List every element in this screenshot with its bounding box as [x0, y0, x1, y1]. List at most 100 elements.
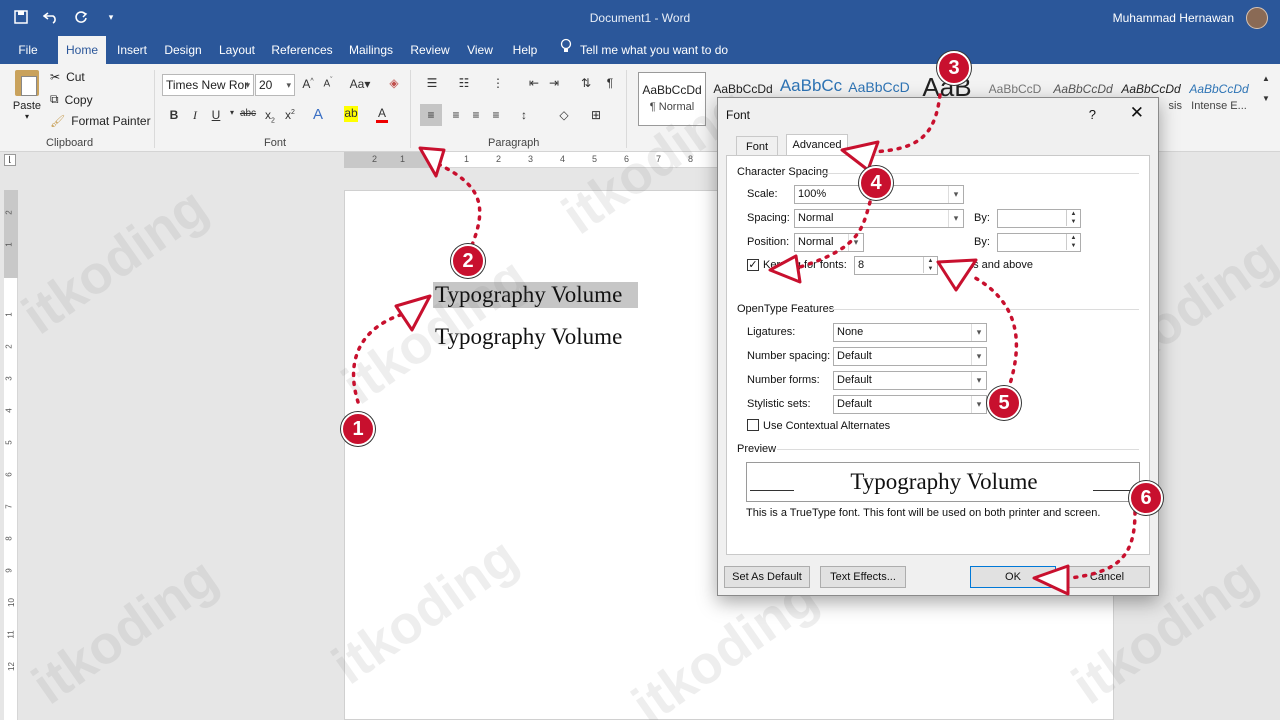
chevron-up-icon[interactable]: ▲: [1258, 74, 1274, 83]
position-select[interactable]: Normal ▾: [794, 233, 864, 252]
lightbulb-icon: [560, 36, 572, 64]
kerning-checkbox[interactable]: ✓: [747, 259, 759, 271]
cut-button[interactable]: ✂ Cut: [50, 70, 85, 84]
tab-mailings[interactable]: Mailings: [344, 36, 398, 64]
stylistic-sets-select[interactable]: Default ▾: [833, 395, 987, 414]
title-bar: ▾ Document1 - Word Muhammad Hernawan: [0, 0, 1280, 36]
tab-advanced[interactable]: Advanced: [786, 134, 848, 156]
truetype-note: This is a TrueType font. This font will …: [746, 507, 1101, 519]
close-icon[interactable]: ✕: [1130, 103, 1144, 123]
chevron-down-icon: ▾: [286, 80, 291, 90]
justify-icon[interactable]: ≡: [488, 108, 504, 122]
preview-text: Typography Volume: [850, 469, 1038, 494]
chevron-down-icon: ▾: [971, 372, 986, 389]
style-intense-emphasis[interactable]: AaBbCcDd Intense E...: [1186, 72, 1252, 126]
grow-font-icon[interactable]: A^: [300, 77, 316, 91]
tab-review[interactable]: Review: [406, 36, 454, 64]
tab-selector[interactable]: ⌊: [4, 154, 16, 166]
pilcrow-icon[interactable]: ¶: [602, 76, 618, 90]
spinner[interactable]: ▲ ▼: [1066, 210, 1080, 227]
tab-insert[interactable]: Insert: [112, 36, 152, 64]
cut-label: Cut: [66, 70, 85, 84]
numbering-icon[interactable]: ☷: [456, 76, 472, 90]
spinner[interactable]: ▲ ▼: [923, 257, 937, 274]
divider: [626, 70, 627, 148]
kerning-points-input[interactable]: 8 ▲ ▼: [854, 256, 938, 275]
superscript-icon[interactable]: x2: [282, 108, 298, 122]
chevron-down-icon: ▾: [948, 186, 963, 203]
text-line[interactable]: Typography Volume: [435, 324, 622, 350]
font-color-icon[interactable]: A: [376, 106, 388, 123]
bold-icon[interactable]: B: [166, 108, 182, 122]
font-name-combo[interactable]: Times New Ror ▾: [162, 74, 254, 96]
text-effects-button[interactable]: Text Effects...: [820, 566, 906, 588]
number-forms-label: Number forms:: [747, 374, 820, 386]
underline-icon[interactable]: U: [208, 108, 224, 122]
avatar[interactable]: [1246, 7, 1268, 29]
italic-icon[interactable]: I: [187, 108, 203, 123]
style-normal[interactable]: AaBbCcDd ¶ Normal: [638, 72, 706, 126]
tab-design[interactable]: Design: [160, 36, 206, 64]
bullets-icon[interactable]: ☰: [424, 76, 440, 90]
divider: [154, 70, 155, 148]
increase-indent-icon[interactable]: ⇥: [546, 76, 562, 90]
tab-help[interactable]: Help: [506, 36, 544, 64]
highlight-color-icon[interactable]: ab: [344, 106, 358, 122]
paste-button[interactable]: Paste ▾: [12, 70, 42, 121]
decrease-indent-icon[interactable]: ⇤: [526, 76, 542, 90]
shrink-font-icon[interactable]: Aˇ: [320, 77, 336, 89]
shading-icon[interactable]: ◇: [556, 108, 572, 122]
cancel-button[interactable]: Cancel: [1064, 566, 1150, 588]
chevron-down-icon: ▾: [971, 348, 986, 365]
vertical-ruler[interactable]: 21 12 34 56 78 9 10 11 12: [4, 190, 18, 720]
clear-formatting-icon[interactable]: ◈: [386, 76, 402, 90]
number-forms-select[interactable]: Default ▾: [833, 371, 987, 390]
spacing-by-input[interactable]: ▲ ▼: [997, 209, 1081, 228]
subscript-icon[interactable]: x2: [262, 108, 278, 124]
position-by-input[interactable]: ▲ ▼: [997, 233, 1081, 252]
style-sample: AaBbCc: [779, 76, 843, 95]
borders-icon[interactable]: ⊞: [588, 108, 604, 122]
chevron-down-icon: ▾: [24, 112, 29, 121]
ok-button[interactable]: OK: [970, 566, 1056, 588]
help-button[interactable]: ?: [1089, 107, 1096, 122]
multilevel-list-icon[interactable]: ⋮: [490, 76, 506, 90]
align-left-icon[interactable]: ≡: [420, 104, 442, 126]
text-effects-icon[interactable]: A: [310, 106, 326, 123]
number-spacing-select[interactable]: Default ▾: [833, 347, 987, 366]
spacing-select[interactable]: Normal ▾: [794, 209, 964, 228]
user-name[interactable]: Muhammad Hernawan: [1113, 11, 1234, 25]
font-size-combo[interactable]: 20 ▾: [255, 74, 295, 96]
align-right-icon[interactable]: ≡: [468, 108, 484, 122]
contextual-alternates-checkbox[interactable]: [747, 419, 759, 431]
selected-text-line[interactable]: Typography Volume: [433, 282, 639, 308]
ligatures-select[interactable]: None ▾: [833, 323, 987, 342]
scale-label: Scale:: [747, 188, 778, 200]
line-spacing-icon[interactable]: ↕: [516, 108, 532, 122]
divider: [827, 309, 1139, 310]
chevron-down-icon: ▾: [971, 396, 986, 413]
set-as-default-button[interactable]: Set As Default: [724, 566, 810, 588]
contextual-alternates-label: Use Contextual Alternates: [763, 420, 891, 432]
tab-file[interactable]: File: [8, 36, 48, 64]
tell-me-search[interactable]: Tell me what you want to do: [560, 36, 728, 64]
tell-me-label: Tell me what you want to do: [580, 43, 729, 57]
preview-heading: Preview: [737, 443, 777, 455]
change-case-icon[interactable]: Aa▾: [348, 77, 372, 91]
opentype-heading: OpenType Features: [737, 303, 835, 315]
divider: [410, 70, 411, 148]
tab-references[interactable]: References: [268, 36, 336, 64]
style-sample: AaBbCcDd: [1053, 82, 1113, 96]
align-center-icon[interactable]: ≡: [448, 108, 464, 122]
strikethrough-icon[interactable]: abc: [238, 108, 258, 119]
tab-home[interactable]: Home: [58, 36, 106, 64]
stylistic-sets-value: Default: [837, 398, 872, 410]
sort-icon[interactable]: ⇅: [578, 76, 594, 90]
copy-button[interactable]: ⧉ Copy: [50, 92, 93, 107]
tab-view[interactable]: View: [462, 36, 498, 64]
tab-layout[interactable]: Layout: [214, 36, 260, 64]
tab-font[interactable]: Font: [736, 136, 778, 156]
spinner[interactable]: ▲ ▼: [1066, 234, 1080, 251]
chevron-down-icon[interactable]: ▼: [1258, 94, 1274, 103]
format-painter-button[interactable]: 🖌 Format Painter: [50, 114, 151, 128]
